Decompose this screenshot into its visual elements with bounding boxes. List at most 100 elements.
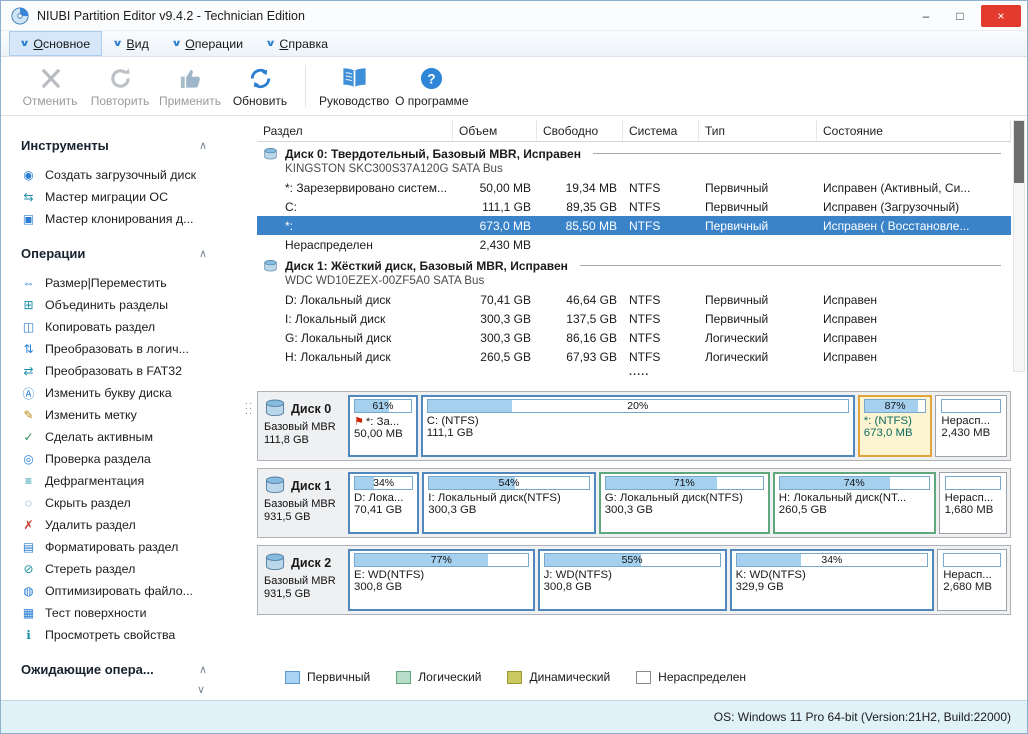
redo-button[interactable]: Повторить [85, 65, 155, 108]
menu-item-help[interactable]: ∨Справка [255, 31, 340, 56]
sidebar-item-clone-disk[interactable]: ▣Мастер клонирования д... [21, 208, 241, 230]
set-active-icon: ✓ [21, 430, 36, 444]
sidebar-item-convert-logical[interactable]: ⇅Преобразовать в логич... [21, 338, 241, 360]
sidebar-item-convert-fat32[interactable]: ⇄Преобразовать в FAT32 [21, 360, 241, 382]
partition-size: 1,680 MB [945, 504, 1001, 516]
partition-block[interactable]: 71%G: Локальный диск(NTFS)300,3 GB [599, 472, 770, 534]
partition-row[interactable]: Нераспределен2,430 MB [257, 235, 1011, 254]
sidebar-splitter[interactable]: ······ [241, 116, 257, 700]
partition-label: Нерасп... [945, 492, 1001, 504]
sidebar-item-change-label[interactable]: ✎Изменить метку [21, 404, 241, 426]
sidebar-item-set-active[interactable]: ✓Сделать активным [21, 426, 241, 448]
partition-row[interactable]: C:111,1 GB89,35 GBNTFSПервичныйИсправен … [257, 197, 1011, 216]
partition-row[interactable]: H: Локальный диск260,5 GB67,93 GBNTFSЛог… [257, 347, 1011, 366]
scrollbar-thumb[interactable] [1014, 121, 1024, 183]
column-header-size[interactable]: Объем [453, 120, 537, 141]
column-header-status[interactable]: Состояние [817, 120, 1011, 141]
partition-row[interactable]: *: Зарезервировано систем...50,00 MB19,3… [257, 178, 1011, 197]
partition-label: K: WD(NTFS) [736, 569, 929, 581]
about-button[interactable]: ?О программе [392, 65, 471, 108]
partition-row[interactable]: D: Локальный диск70,41 GB46,64 GBNTFSПер… [257, 290, 1011, 309]
undo-button[interactable]: Отменить [15, 65, 85, 108]
minimize-button[interactable]: – [909, 5, 943, 27]
close-button[interactable]: × [981, 5, 1021, 27]
cell-free: 137,5 GB [537, 312, 623, 326]
disk-info[interactable]: Диск 0Базовый MBR111,8 GB [261, 395, 345, 457]
disk-size: 931,5 GB [264, 588, 345, 600]
partition-block[interactable]: Нерасп...1,680 MB [939, 472, 1007, 534]
partition-block[interactable]: 34%D: Лока...70,41 GB [348, 472, 419, 534]
apply-button[interactable]: Применить [155, 65, 225, 108]
disk-info[interactable]: Диск 1Базовый MBR931,5 GB [261, 472, 345, 534]
sidebar-item-delete-partition[interactable]: ✗Удалить раздел [21, 514, 241, 536]
sidebar-item-merge-partitions[interactable]: ⊞Объединить разделы [21, 294, 241, 316]
sidebar-item-copy-partition[interactable]: ◫Копировать раздел [21, 316, 241, 338]
content-area: Инструменты∧◉Создать загрузочный диск⇆Ма… [1, 116, 1027, 700]
os-migration-icon: ⇆ [21, 190, 36, 204]
usage-bar: 77% [354, 553, 529, 567]
menu-item-main[interactable]: ∨Основное [9, 31, 102, 56]
refresh-button[interactable]: Обновить [225, 65, 295, 108]
disk-name-row: Диск 0 [264, 398, 345, 420]
sidebar-item-change-letter[interactable]: ⒶИзменить букву диска [21, 382, 241, 404]
sidebar-item-optimize-fs[interactable]: ◍Оптимизировать файло... [21, 580, 241, 602]
sidebar-item-boot-disc[interactable]: ◉Создать загрузочный диск [21, 164, 241, 186]
disk-icon [263, 259, 278, 272]
partitions: 77%E: WD(NTFS)300,8 GB55%J: WD(NTFS)300,… [348, 549, 1007, 611]
disk-scheme: Базовый MBR [264, 575, 345, 587]
sidebar-section-header-pending[interactable]: Ожидающие опера...∧ [21, 660, 207, 678]
disk-model: WDC WD10EZEX-00ZF5A0 SATA Bus [257, 274, 1011, 290]
maximize-button[interactable]: □ [943, 5, 977, 27]
sidebar-item-check-partition[interactable]: ◎Проверка раздела [21, 448, 241, 470]
sidebar-item-label: Создать загрузочный диск [45, 168, 196, 182]
sidebar-item-format-partition[interactable]: ▤Форматировать раздел [21, 536, 241, 558]
app-window: NIUBI Partition Editor v9.4.2 - Technici… [0, 0, 1028, 734]
partition-block[interactable]: 55%J: WD(NTFS)300,8 GB [538, 549, 727, 611]
column-header-type[interactable]: Тип [699, 120, 817, 141]
partition-block[interactable]: 74%H: Локальный диск(NT...260,5 GB [773, 472, 936, 534]
partition-block[interactable]: 61%⚑*: За...50,00 MB [348, 395, 418, 457]
menu-item-operations[interactable]: ∨Операции [161, 31, 255, 56]
sidebar-section-header-tools[interactable]: Инструменты∧ [21, 136, 207, 154]
usage-percent: 74% [780, 477, 929, 489]
partition-row[interactable]: I: Локальный диск300,3 GB137,5 GBNTFSПер… [257, 309, 1011, 328]
partition-block[interactable]: 34%K: WD(NTFS)329,9 GB [730, 549, 935, 611]
cell-size: 70,41 GB [453, 293, 537, 307]
column-header-free[interactable]: Свободно [537, 120, 623, 141]
sidebar-section-title: Инструменты [21, 138, 109, 153]
partition-block[interactable]: 77%E: WD(NTFS)300,8 GB [348, 549, 535, 611]
toolbar-separator [305, 65, 306, 107]
partition-size: 300,8 GB [354, 581, 529, 593]
guide-button[interactable]: Руководство [316, 65, 392, 108]
sidebar-item-os-migration[interactable]: ⇆Мастер миграции ОС [21, 186, 241, 208]
partition-size: 2,430 MB [941, 427, 1001, 439]
sidebar-item-wipe-partition[interactable]: ⊘Стереть раздел [21, 558, 241, 580]
sidebar-section-header-operations[interactable]: Операции∧ [21, 244, 207, 262]
sidebar-scroll-down-icon[interactable]: ∨ [197, 683, 205, 696]
sidebar-item-surface-test[interactable]: ▦Тест поверхности [21, 602, 241, 624]
partition-block[interactable]: 20%C: (NTFS)111,1 GB [421, 395, 855, 457]
sidebar-item-properties[interactable]: ℹПросмотреть свойства [21, 624, 241, 646]
partition-block[interactable]: Нерасп...2,430 MB [935, 395, 1007, 457]
partition-block[interactable]: 54%I: Локальный диск(NTFS)300,3 GB [422, 472, 595, 534]
sidebar-item-resize-move[interactable]: ⇔Размер|Переместить [21, 272, 241, 294]
sidebar-item-label: Мастер клонирования д... [45, 212, 193, 226]
partition-row[interactable]: G: Локальный диск300,3 GB86,16 GBNTFSЛог… [257, 328, 1011, 347]
cell-type: Первичный [699, 200, 817, 214]
partition-block[interactable]: Нерасп...2,680 MB [937, 549, 1007, 611]
partition-size: 111,1 GB [427, 427, 849, 439]
flag-icon: ⚑ [354, 416, 364, 428]
column-header-system[interactable]: Система [623, 120, 699, 141]
partition-row[interactable]: *:673,0 MB85,50 MBNTFSПервичныйИсправен … [257, 216, 1011, 235]
status-text: OS: Windows 11 Pro 64-bit (Version:21H2,… [714, 710, 1011, 724]
legend-label: Нераспределен [658, 670, 746, 684]
disk-name-row: Диск 1 [264, 475, 345, 497]
sidebar-section-pending: Ожидающие опера...∧ [21, 660, 241, 678]
sidebar-item-hide-partition[interactable]: ◌Скрыть раздел [21, 492, 241, 514]
menu-item-view[interactable]: ∨Вид [102, 31, 161, 56]
partition-block[interactable]: 87%*: (NTFS)673,0 MB [858, 395, 933, 457]
disk-info[interactable]: Диск 2Базовый MBR931,5 GB [261, 549, 345, 611]
table-scrollbar[interactable] [1013, 120, 1025, 372]
column-header-partition[interactable]: Раздел [257, 120, 453, 141]
sidebar-item-defrag[interactable]: ≡Дефрагментация [21, 470, 241, 492]
